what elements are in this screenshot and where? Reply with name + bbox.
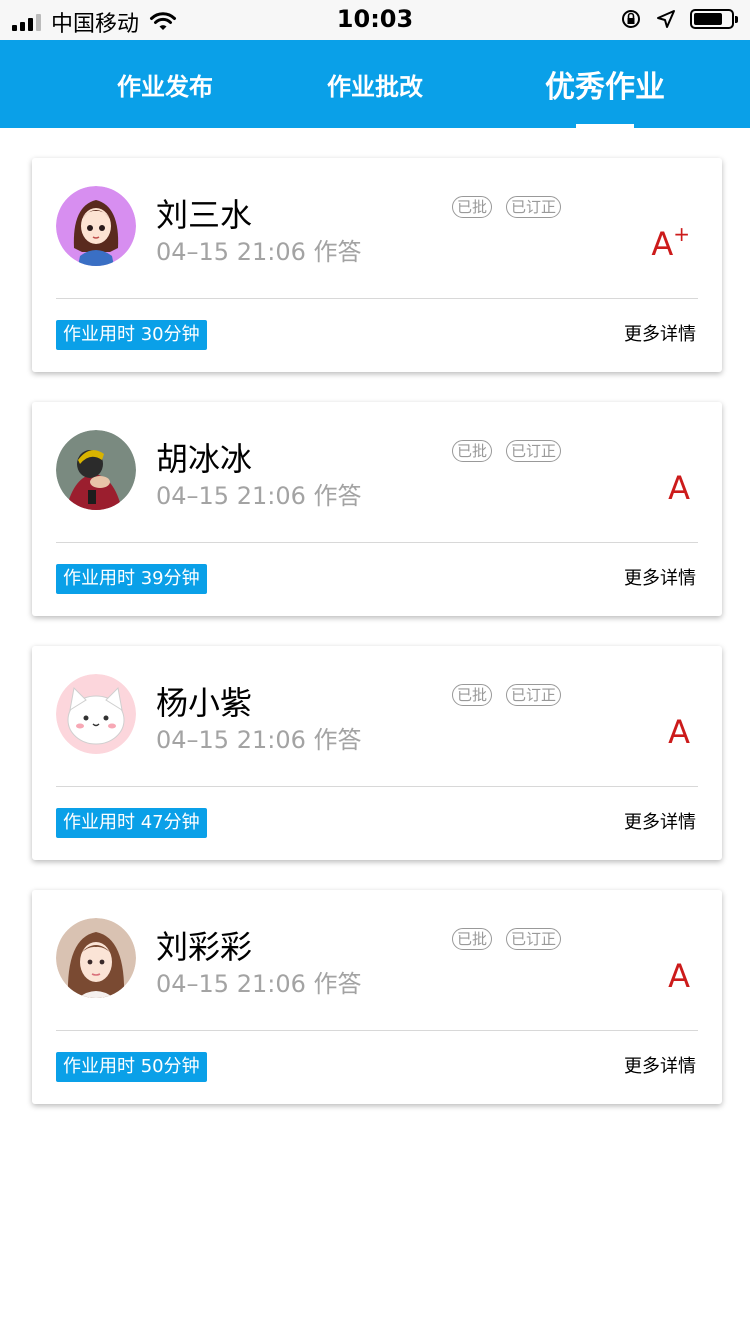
tab-homework-grading[interactable]: 作业批改 <box>280 40 470 128</box>
status-badge-corrected: 已订正 <box>506 684 562 706</box>
duration-badge: 作业用时 39分钟 <box>56 564 207 594</box>
grade-plus: + <box>673 222 690 246</box>
more-details-link[interactable]: 更多详情 <box>624 1054 696 1080</box>
duration-badge: 作业用时 50分钟 <box>56 1052 207 1082</box>
battery-icon <box>690 9 738 29</box>
student-name: 胡冰冰 <box>156 440 253 478</box>
divider <box>56 1030 698 1031</box>
status-badge-graded: 已批 <box>452 928 493 950</box>
grade-letter: A <box>668 957 690 995</box>
answer-time: 04–15 21:06 作答 <box>156 970 362 998</box>
status-badge-graded: 已批 <box>452 196 493 218</box>
duration-badge: 作业用时 30分钟 <box>56 320 207 350</box>
more-details-link[interactable]: 更多详情 <box>624 566 696 592</box>
status-bar: 中国移动 10:03 <box>0 0 750 40</box>
homework-card[interactable]: 刘彩彩 04–15 21:06 作答 已批 已订正 A 作业用时 50分钟 更多… <box>32 890 722 1104</box>
more-details-link[interactable]: 更多详情 <box>624 810 696 836</box>
student-name: 刘彩彩 <box>156 928 253 966</box>
active-tab-indicator <box>576 124 634 128</box>
divider <box>56 298 698 299</box>
student-name: 杨小紫 <box>156 684 253 722</box>
status-right <box>620 8 738 30</box>
tab-homework-publish[interactable]: 作业发布 <box>70 40 260 128</box>
tab-excellent-homework[interactable]: 优秀作业 <box>510 40 700 128</box>
grade: A+ <box>651 222 690 263</box>
location-arrow-icon <box>657 10 675 28</box>
duration-badge: 作业用时 47分钟 <box>56 808 207 838</box>
student-name: 刘三水 <box>156 196 253 234</box>
tab-bar: 作业发布 作业批改 优秀作业 <box>0 40 750 128</box>
answer-time: 04–15 21:06 作答 <box>156 482 362 510</box>
homework-card[interactable]: 胡冰冰 04–15 21:06 作答 已批 已订正 A 作业用时 39分钟 更多… <box>32 402 722 616</box>
grade: A <box>668 470 690 506</box>
avatar <box>56 186 136 266</box>
grade: A <box>668 714 690 750</box>
avatar <box>56 918 136 998</box>
homework-card[interactable]: 杨小紫 04–15 21:06 作答 已批 已订正 A 作业用时 47分钟 更多… <box>32 646 722 860</box>
avatar <box>56 674 136 754</box>
more-details-link[interactable]: 更多详情 <box>624 322 696 348</box>
status-badge-corrected: 已订正 <box>506 196 562 218</box>
grade-letter: A <box>668 469 690 507</box>
status-badge-corrected: 已订正 <box>506 440 562 462</box>
answer-time: 04–15 21:06 作答 <box>156 726 362 754</box>
status-badge-graded: 已批 <box>452 440 493 462</box>
grade: A <box>668 958 690 994</box>
grade-letter: A <box>668 713 690 751</box>
rotation-lock-icon <box>622 10 640 28</box>
grade-letter: A <box>651 225 674 263</box>
avatar <box>56 430 136 510</box>
answer-time: 04–15 21:06 作答 <box>156 238 362 266</box>
status-badge-corrected: 已订正 <box>506 928 562 950</box>
homework-card[interactable]: 刘三水 04–15 21:06 作答 已批 已订正 A+ 作业用时 30分钟 更… <box>32 158 722 372</box>
status-badge-graded: 已批 <box>452 684 493 706</box>
divider <box>56 786 698 787</box>
divider <box>56 542 698 543</box>
